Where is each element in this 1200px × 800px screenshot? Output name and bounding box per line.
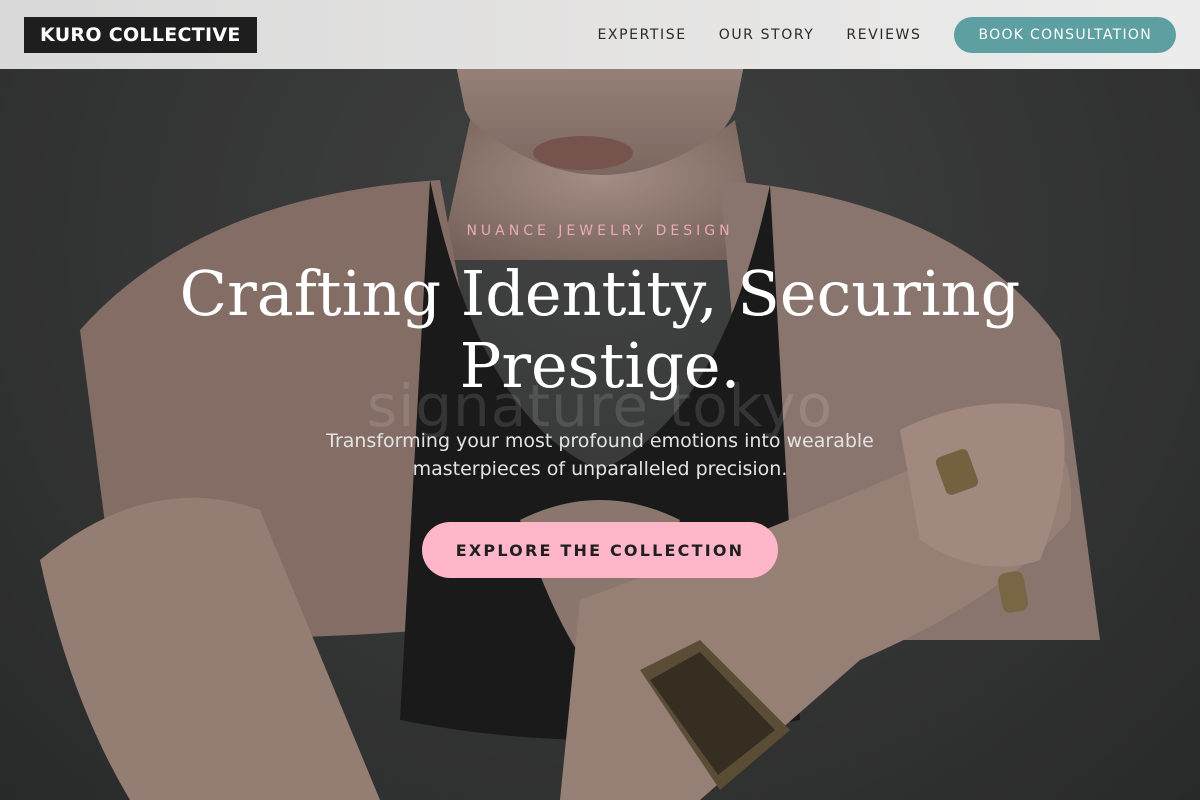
hero-eyebrow: NUANCE JEWELRY DESIGN <box>466 223 734 239</box>
nav-link-reviews[interactable]: REVIEWS <box>846 27 921 43</box>
nav-link-expertise[interactable]: EXPERTISE <box>597 27 686 43</box>
explore-collection-button[interactable]: EXPLORE THE COLLECTION <box>422 522 778 578</box>
brand-logo[interactable]: KURO COLLECTIVE <box>24 16 257 53</box>
nav-link-our-story[interactable]: OUR STORY <box>719 27 815 43</box>
hero-subtext: Transforming your most profound emotions… <box>326 430 874 480</box>
main-nav: EXPERTISE OUR STORY REVIEWS <box>597 27 921 43</box>
site-header: KURO COLLECTIVE EXPERTISE OUR STORY REVI… <box>0 0 1200 69</box>
hero-section: signature tokyo NUANCE JEWELRY DESIGN Cr… <box>0 0 1200 800</box>
book-consultation-button[interactable]: BOOK CONSULTATION <box>954 16 1176 53</box>
hero-headline: Crafting Identity, Securing Prestige. <box>179 257 1021 402</box>
